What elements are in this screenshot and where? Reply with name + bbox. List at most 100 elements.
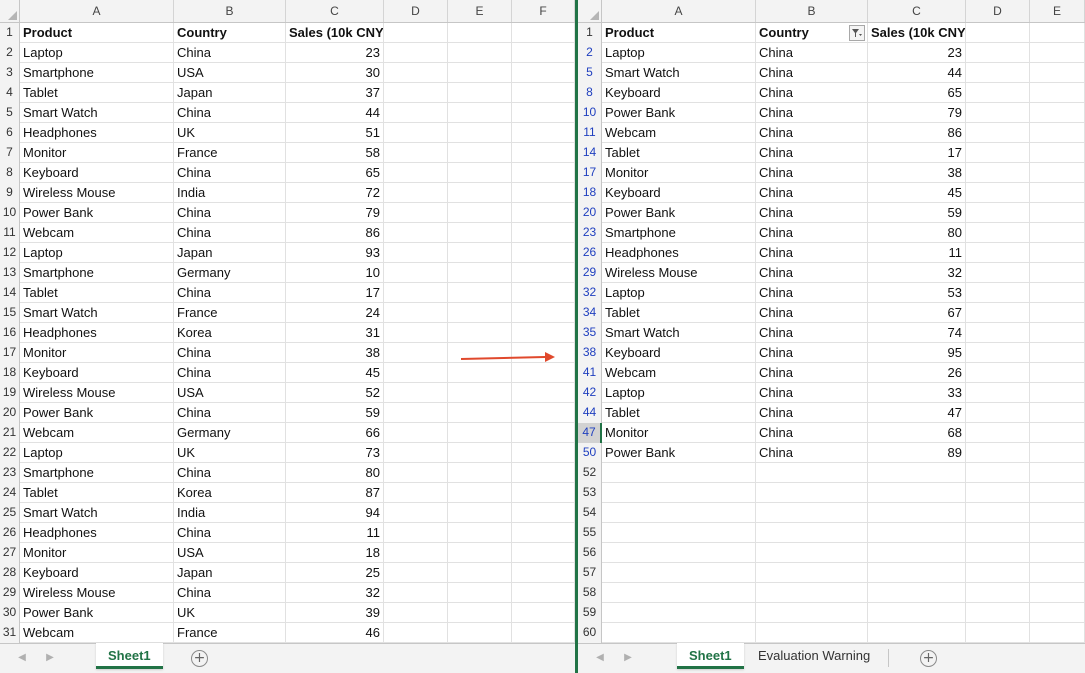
empty-cell[interactable] xyxy=(512,143,575,163)
empty-cell[interactable] xyxy=(966,503,1030,523)
row-header[interactable]: 18 xyxy=(0,363,20,383)
row-header[interactable]: 60 xyxy=(578,623,602,643)
cell-b[interactable]: China xyxy=(756,63,868,83)
cell-a[interactable]: Wireless Mouse xyxy=(602,263,756,283)
empty-cell[interactable] xyxy=(384,103,448,123)
cell-b[interactable] xyxy=(756,483,868,503)
cell-c[interactable]: 45 xyxy=(868,183,966,203)
empty-cell[interactable] xyxy=(1030,103,1085,123)
cell-b[interactable]: China xyxy=(174,203,286,223)
row-header[interactable]: 8 xyxy=(578,83,602,103)
empty-cell[interactable] xyxy=(384,143,448,163)
row-header[interactable]: 20 xyxy=(0,403,20,423)
cell-b[interactable]: China xyxy=(756,103,868,123)
row-header[interactable]: 28 xyxy=(0,563,20,583)
row-header[interactable]: 19 xyxy=(0,383,20,403)
cell-c[interactable]: 11 xyxy=(868,243,966,263)
empty-cell[interactable] xyxy=(512,463,575,483)
row-header[interactable]: 57 xyxy=(578,563,602,583)
cell-a[interactable]: Wireless Mouse xyxy=(20,583,174,603)
row-header[interactable]: 25 xyxy=(0,503,20,523)
cell-c[interactable]: 47 xyxy=(868,403,966,423)
cell-c[interactable]: 80 xyxy=(868,223,966,243)
cell-c[interactable]: 58 xyxy=(286,143,384,163)
empty-cell[interactable] xyxy=(384,283,448,303)
row-header[interactable]: 8 xyxy=(0,163,20,183)
empty-cell[interactable] xyxy=(1030,163,1085,183)
cell-a[interactable]: Power Bank xyxy=(20,403,174,423)
cell-c[interactable] xyxy=(868,623,966,643)
empty-cell[interactable] xyxy=(512,243,575,263)
cell-b[interactable]: UK xyxy=(174,123,286,143)
row-header[interactable]: 21 xyxy=(0,423,20,443)
empty-cell[interactable] xyxy=(1030,603,1085,623)
empty-cell[interactable] xyxy=(384,563,448,583)
cell-b[interactable]: China xyxy=(174,523,286,543)
tab-sheet1[interactable]: Sheet1 xyxy=(96,643,163,669)
empty-cell[interactable] xyxy=(1030,143,1085,163)
cell-a[interactable]: Webcam xyxy=(20,623,174,643)
empty-cell[interactable] xyxy=(966,623,1030,643)
cell-b[interactable]: China xyxy=(756,423,868,443)
column-header-c[interactable]: C xyxy=(868,0,966,22)
column-header-b[interactable]: B xyxy=(756,0,868,22)
cell-a[interactable]: Monitor xyxy=(602,163,756,183)
cell-b[interactable]: China xyxy=(756,203,868,223)
empty-cell[interactable] xyxy=(448,243,512,263)
cell-c[interactable]: 79 xyxy=(286,203,384,223)
column-header-d[interactable]: D xyxy=(966,0,1030,22)
empty-cell[interactable] xyxy=(384,383,448,403)
cell-c[interactable]: 44 xyxy=(868,63,966,83)
empty-cell[interactable] xyxy=(512,163,575,183)
cell-b[interactable]: Japan xyxy=(174,563,286,583)
cell-a[interactable]: Tablet xyxy=(20,483,174,503)
empty-cell[interactable] xyxy=(1030,343,1085,363)
row-header[interactable]: 2 xyxy=(0,43,20,63)
empty-cell[interactable] xyxy=(966,483,1030,503)
cell-c[interactable]: 53 xyxy=(868,283,966,303)
cell-a[interactable] xyxy=(602,503,756,523)
row-header[interactable]: 4 xyxy=(0,83,20,103)
cell-a[interactable]: Keyboard xyxy=(602,183,756,203)
cell-a[interactable]: Monitor xyxy=(602,423,756,443)
cell-b[interactable]: China xyxy=(756,263,868,283)
empty-cell[interactable] xyxy=(512,43,575,63)
cell-c[interactable]: 23 xyxy=(286,43,384,63)
empty-cell[interactable] xyxy=(966,523,1030,543)
select-all-corner[interactable] xyxy=(0,0,20,22)
cell-c[interactable]: 51 xyxy=(286,123,384,143)
cell-b[interactable]: Korea xyxy=(174,323,286,343)
empty-cell[interactable] xyxy=(966,363,1030,383)
cell-c[interactable] xyxy=(868,483,966,503)
empty-cell[interactable] xyxy=(448,263,512,283)
empty-cell[interactable] xyxy=(384,483,448,503)
empty-cell[interactable] xyxy=(384,323,448,343)
row-header[interactable]: 24 xyxy=(0,483,20,503)
empty-cell[interactable] xyxy=(512,63,575,83)
cell-a[interactable]: Headphones xyxy=(20,323,174,343)
cell-b[interactable]: France xyxy=(174,303,286,323)
empty-cell[interactable] xyxy=(1030,423,1085,443)
tab-sheet1[interactable]: Sheet1 xyxy=(677,643,744,669)
cell-a[interactable]: Smartphone xyxy=(602,223,756,243)
row-header[interactable]: 5 xyxy=(578,63,602,83)
cell-c[interactable]: 59 xyxy=(868,203,966,223)
row-header[interactable]: 23 xyxy=(578,223,602,243)
empty-cell[interactable] xyxy=(1030,263,1085,283)
plus-circle-icon[interactable]: + xyxy=(191,650,208,667)
empty-cell[interactable] xyxy=(384,43,448,63)
cell-c[interactable]: 37 xyxy=(286,83,384,103)
empty-cell[interactable] xyxy=(384,363,448,383)
empty-cell[interactable] xyxy=(512,223,575,243)
cell-b[interactable] xyxy=(756,623,868,643)
cell-a[interactable]: Keyboard xyxy=(20,163,174,183)
cell-a[interactable]: Smart Watch xyxy=(20,103,174,123)
row-header[interactable]: 29 xyxy=(0,583,20,603)
filter-icon[interactable] xyxy=(849,25,865,41)
empty-cell[interactable] xyxy=(966,143,1030,163)
empty-cell[interactable] xyxy=(512,543,575,563)
cell-c[interactable]: 30 xyxy=(286,63,384,83)
cell-b[interactable]: UK xyxy=(174,443,286,463)
row-header[interactable]: 41 xyxy=(578,363,602,383)
row-header[interactable]: 58 xyxy=(578,583,602,603)
